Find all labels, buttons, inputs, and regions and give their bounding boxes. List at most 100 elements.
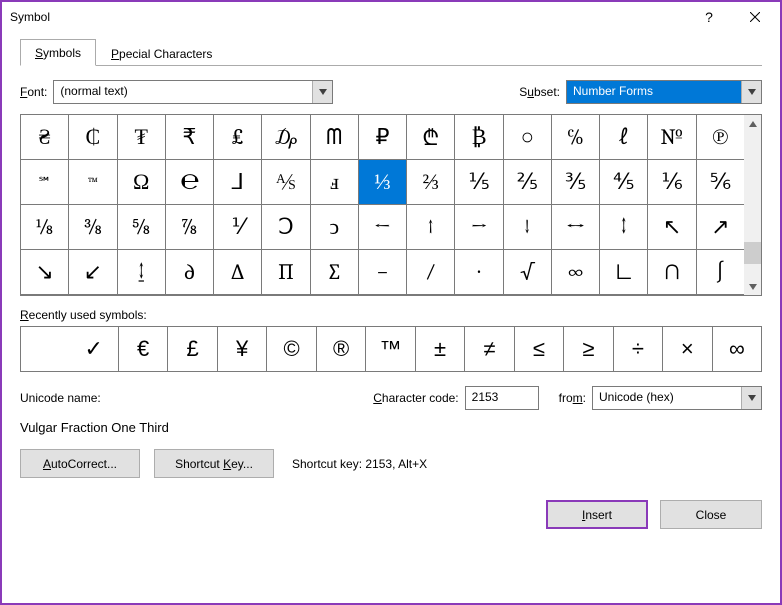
from-combobox[interactable]: Unicode (hex) [592, 386, 762, 410]
from-dropdown-button[interactable] [741, 387, 761, 409]
symbol-cell[interactable]: ⅗ [552, 160, 600, 205]
symbol-cell[interactable]: ₿ [455, 115, 503, 160]
recent-symbol-cell[interactable]: ® [317, 327, 366, 371]
symbol-cell[interactable]: ⅎ [311, 160, 359, 205]
symbol-cell[interactable]: ⅖ [504, 160, 552, 205]
symbol-cell[interactable]: ↙ [69, 250, 117, 295]
symbol-cell[interactable]: ↖ [648, 205, 696, 250]
symbol-cell[interactable]: ™ [69, 160, 117, 205]
symbol-cell[interactable]: ⅙ [648, 160, 696, 205]
recent-symbol-cell[interactable]: ™ [366, 327, 415, 371]
font-value: (normal text) [54, 81, 312, 103]
recent-symbol-cell[interactable]: × [663, 327, 712, 371]
recent-symbol-cell[interactable]: £ [168, 327, 217, 371]
symbol-cell[interactable]: ₽ [359, 115, 407, 160]
symbol-cell[interactable]: ∙ [455, 250, 503, 295]
symbol-cell[interactable]: ⅕ [455, 160, 503, 205]
recent-symbol-cell[interactable]: ± [416, 327, 465, 371]
symbol-cell[interactable]: ⅝ [118, 205, 166, 250]
symbol-cell[interactable]: ↘ [21, 250, 69, 295]
symbol-cell[interactable]: ↨ [118, 250, 166, 295]
symbol-cell[interactable]: ₯ [262, 115, 310, 160]
recent-symbol-cell[interactable]: ∞ [713, 327, 761, 371]
symbol-cell[interactable]: ↔ [552, 205, 600, 250]
scroll-thumb[interactable] [744, 242, 761, 264]
recent-symbol-cell[interactable]: ≤ [515, 327, 564, 371]
recent-symbol-cell[interactable] [21, 327, 69, 371]
symbol-cell[interactable]: ℮ [166, 160, 214, 205]
symbol-cell[interactable]: ↕ [600, 205, 648, 250]
symbol-cell[interactable]: ↗ [697, 205, 744, 250]
char-code-input[interactable]: 2153 [465, 386, 539, 410]
symbol-cell[interactable]: № [648, 115, 696, 160]
recent-symbol-cell[interactable]: ¥ [218, 327, 267, 371]
symbol-cell[interactable]: ℠ [21, 160, 69, 205]
symbol-cell[interactable]: ⅛ [21, 205, 69, 250]
symbol-cell[interactable]: ₤ [214, 115, 262, 160]
grid-scrollbar[interactable] [744, 115, 761, 295]
symbol-cell[interactable]: ℅ [552, 115, 600, 160]
font-combobox[interactable]: (normal text) [53, 80, 333, 104]
symbol-cell[interactable]: ⅍ [262, 160, 310, 205]
symbol-cell[interactable]: − [359, 250, 407, 295]
symbol-cell[interactable]: ₾ [407, 115, 455, 160]
symbol-cell[interactable]: → [455, 205, 503, 250]
tab-symbols[interactable]: Symbols [20, 39, 96, 66]
recent-symbol-cell[interactable]: ÷ [614, 327, 663, 371]
window-title: Symbol [10, 10, 686, 24]
symbol-grid: ₴₵₮₹₤₯ᗰ₽₾₿○℅ℓ№℗ ℠™Ω℮⅃⅍ⅎ⅓⅔⅕⅖⅗⅘⅙⅚ ⅛⅜⅝⅞⅟Ↄↄ←↑→… [20, 114, 762, 296]
font-dropdown-button[interactable] [312, 81, 332, 103]
symbol-cell[interactable]: ∩ [648, 250, 696, 295]
subset-dropdown-button[interactable] [741, 81, 761, 103]
symbol-cell[interactable]: ∟ [600, 250, 648, 295]
recent-symbol-cell[interactable]: ≥ [564, 327, 613, 371]
symbol-cell[interactable]: ₹ [166, 115, 214, 160]
subset-combobox[interactable]: Number Forms [566, 80, 762, 104]
symbol-cell[interactable]: ⅟ [214, 205, 262, 250]
symbol-cell[interactable]: Ↄ [262, 205, 310, 250]
symbol-cell[interactable]: ∏ [262, 250, 310, 295]
tab-special-characters[interactable]: Ppecial Characters [96, 40, 227, 66]
symbol-cell[interactable]: ∫ [697, 250, 744, 295]
symbol-cell[interactable]: ⅘ [600, 160, 648, 205]
symbol-cell[interactable]: ↓ [504, 205, 552, 250]
shortcut-key-button[interactable]: Shortcut Key... [154, 449, 274, 478]
symbol-cell[interactable]: √ [504, 250, 552, 295]
symbol-cell[interactable]: ₴ [21, 115, 69, 160]
symbol-cell[interactable]: ᗰ [311, 115, 359, 160]
symbol-cell[interactable]: ∕ [407, 250, 455, 295]
symbol-cell[interactable]: ∂ [166, 250, 214, 295]
scroll-track[interactable] [744, 132, 761, 278]
symbol-cell[interactable]: ⅚ [697, 160, 744, 205]
symbol-cell[interactable]: ₵ [69, 115, 117, 160]
help-button[interactable]: ? [686, 2, 732, 32]
symbol-cell[interactable]: ⅓ [359, 160, 407, 205]
symbol-cell[interactable]: ₮ [118, 115, 166, 160]
symbol-cell[interactable]: Ω [118, 160, 166, 205]
close-window-button[interactable] [732, 2, 778, 32]
symbol-cell[interactable]: ∑ [311, 250, 359, 295]
symbol-cell[interactable]: ∞ [552, 250, 600, 295]
scroll-down-button[interactable] [744, 278, 761, 295]
insert-button[interactable]: Insert [546, 500, 648, 529]
recent-symbol-cell[interactable]: € [119, 327, 168, 371]
title-bar: Symbol ? [2, 2, 780, 32]
symbol-cell[interactable]: ↑ [407, 205, 455, 250]
scroll-up-button[interactable] [744, 115, 761, 132]
symbol-cell[interactable]: ℓ [600, 115, 648, 160]
symbol-cell[interactable]: ⅔ [407, 160, 455, 205]
autocorrect-button[interactable]: AutoCorrect... [20, 449, 140, 478]
symbol-cell[interactable]: ↄ [311, 205, 359, 250]
unicode-name-label: Unicode name: [20, 391, 367, 405]
symbol-cell[interactable]: ○ [504, 115, 552, 160]
symbol-cell[interactable]: ⅞ [166, 205, 214, 250]
recent-symbol-cell[interactable]: ✓ [69, 327, 118, 371]
symbol-cell[interactable]: ⅃ [214, 160, 262, 205]
symbol-cell[interactable]: ← [359, 205, 407, 250]
symbol-cell[interactable]: ⅜ [69, 205, 117, 250]
symbol-cell[interactable]: ∆ [214, 250, 262, 295]
symbol-cell[interactable]: ℗ [697, 115, 744, 160]
recent-symbol-cell[interactable]: © [267, 327, 316, 371]
close-button[interactable]: Close [660, 500, 762, 529]
recent-symbol-cell[interactable]: ≠ [465, 327, 514, 371]
